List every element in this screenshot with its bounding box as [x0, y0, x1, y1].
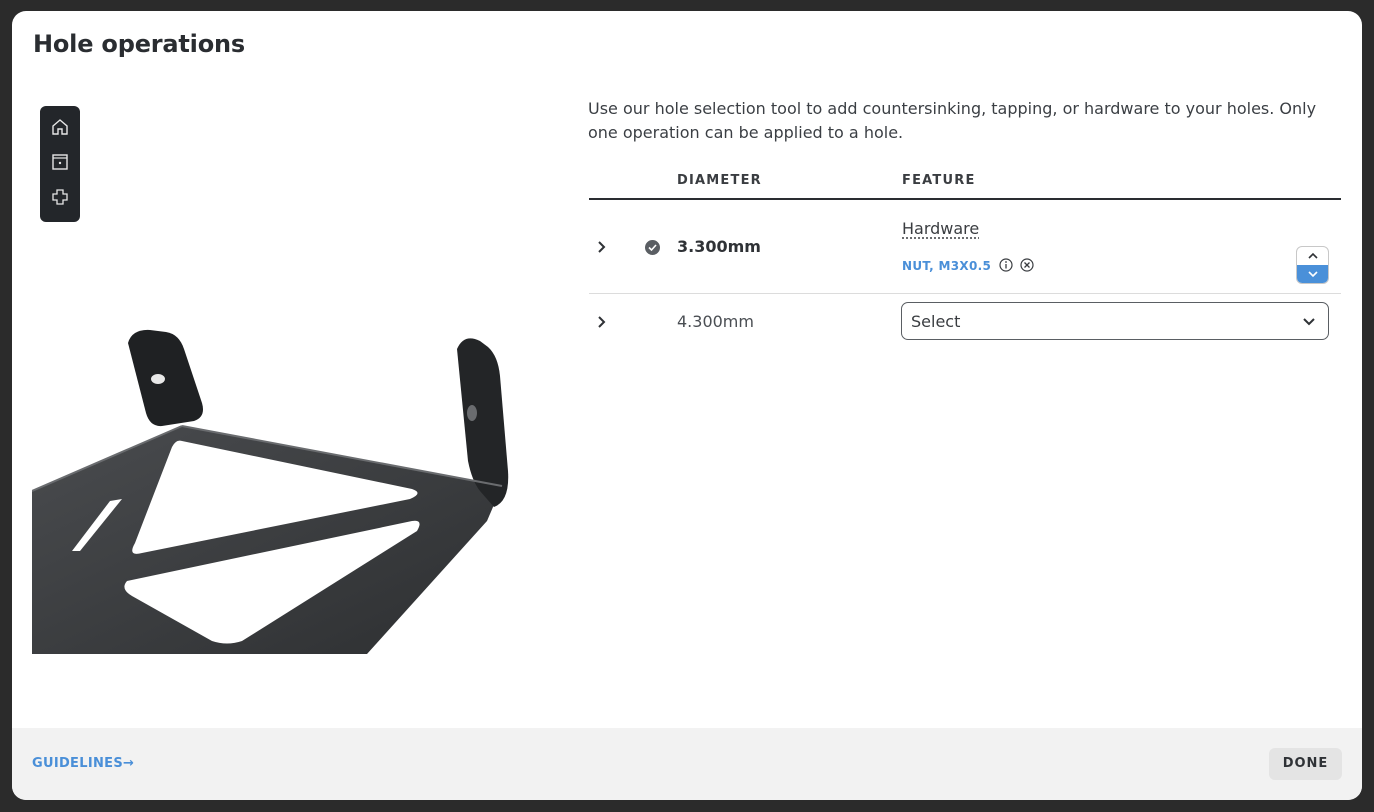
- feature-type-link[interactable]: Hardware: [902, 219, 979, 238]
- hole-diameter: 4.300mm: [677, 312, 754, 331]
- center-icon[interactable]: [49, 186, 71, 208]
- home-icon[interactable]: [49, 116, 71, 138]
- viewer-toolbar: [40, 106, 80, 222]
- fit-view-icon[interactable]: [49, 151, 71, 173]
- check-circle-icon: [645, 240, 660, 255]
- table-header: DIAMETER FEATURE: [589, 169, 1341, 200]
- part-viewer[interactable]: 3D 2D: [32, 81, 552, 654]
- chevron-right-icon[interactable]: [595, 240, 609, 254]
- remove-icon[interactable]: [1020, 257, 1034, 272]
- chevron-up-icon[interactable]: [1297, 247, 1328, 265]
- dialog-footer: GUIDELINES→ DONE: [12, 728, 1362, 800]
- hole-operations-dialog: Hole operations Use our hole selection t…: [12, 11, 1362, 800]
- guidelines-link[interactable]: GUIDELINES→: [32, 756, 134, 771]
- select-value: Select: [911, 312, 961, 331]
- row-stepper[interactable]: [1296, 246, 1329, 284]
- table-row: 4.300mm Select: [589, 294, 1341, 354]
- header-diameter: DIAMETER: [677, 173, 762, 188]
- hole-diameter: 3.300mm: [677, 237, 761, 256]
- feature-select[interactable]: Select: [901, 302, 1329, 340]
- dialog-title: Hole operations: [33, 30, 245, 58]
- chevron-right-icon[interactable]: [595, 315, 609, 329]
- feature-detail: NUT, M3X0.5: [902, 259, 992, 273]
- chevron-down-icon: [1303, 318, 1315, 326]
- info-icon[interactable]: [999, 257, 1013, 272]
- chevron-down-icon[interactable]: [1297, 265, 1328, 283]
- holes-table: DIAMETER FEATURE 3.300mm Hardware NUT, M…: [589, 169, 1341, 354]
- done-button[interactable]: DONE: [1269, 748, 1342, 780]
- intro-text: Use our hole selection tool to add count…: [588, 99, 1317, 142]
- header-feature: FEATURE: [902, 173, 976, 188]
- table-row: 3.300mm Hardware NUT, M3X0.5: [589, 200, 1341, 294]
- feature-actions: [999, 257, 1034, 272]
- part-model[interactable]: [32, 81, 552, 654]
